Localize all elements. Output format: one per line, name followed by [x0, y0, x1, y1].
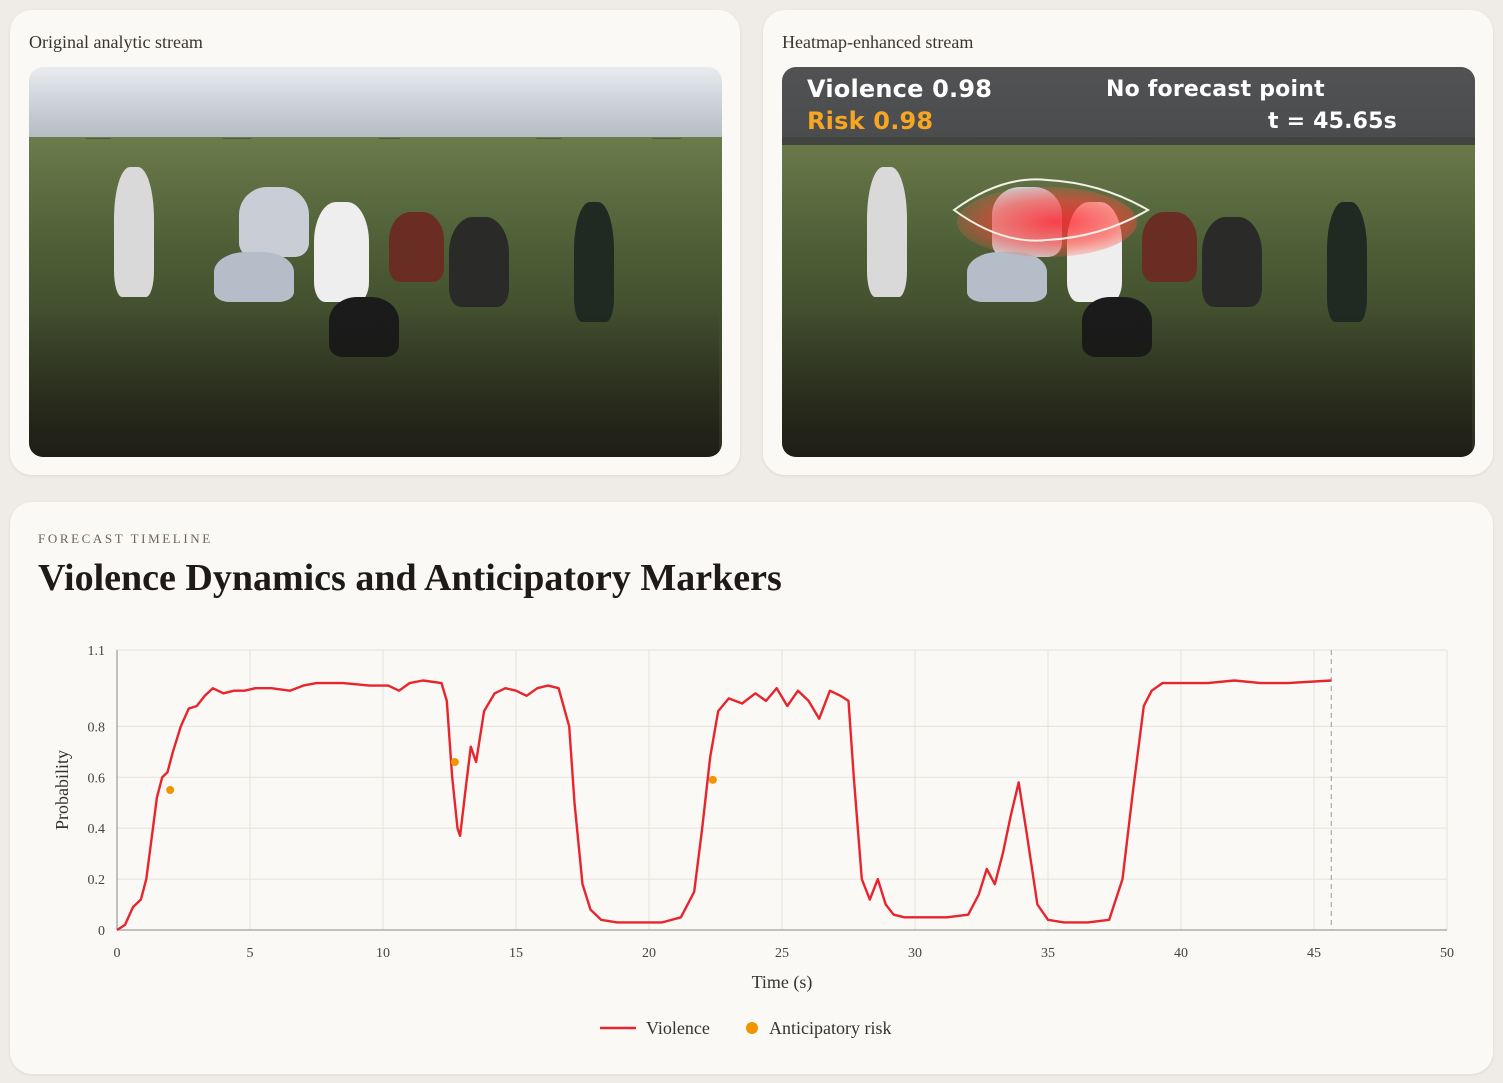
violence-series-line[interactable] — [116, 679, 1332, 932]
y-tick-label: 0.6 — [88, 771, 106, 786]
x-tick-label: 45 — [1307, 946, 1321, 961]
original-stream-panel: Original analytic stream — [10, 10, 740, 475]
violence-score: Violence 0.98 — [807, 75, 993, 103]
risk-score: Risk 0.98 — [807, 107, 934, 135]
heatmap-video-frame[interactable]: Violence 0.98 Risk 0.98 No forecast poin… — [782, 67, 1475, 457]
heatmap-stream-panel: Heatmap-enhanced stream Violence 0.98 Ri… — [763, 10, 1493, 475]
x-tick-label: 0 — [114, 946, 121, 961]
timeline-chart[interactable]: 0 5 10 15 20 25 30 35 40 45 50 0 0.2 0.4 0.6 0.8 1.1 Time… — [10, 502, 1493, 1074]
x-tick-label: 5 — [247, 946, 254, 961]
y-tick-label: 0.8 — [88, 720, 106, 735]
scene-image — [29, 67, 722, 457]
forecast-status: No forecast point — [1106, 77, 1325, 102]
legend-risk-swatch — [746, 1022, 758, 1034]
y-tick-label: 1.1 — [88, 644, 106, 659]
legend-risk-label: Anticipatory risk — [769, 1018, 891, 1038]
legend-violence-label: Violence — [646, 1018, 710, 1038]
heatmap-stream-title: Heatmap-enhanced stream — [782, 32, 974, 52]
time-readout: t = 45.65s — [1268, 109, 1397, 134]
y-tick-label: 0.2 — [88, 873, 106, 888]
y-tick-label: 0 — [98, 924, 105, 939]
x-tick-label: 40 — [1174, 946, 1188, 961]
x-tick-label: 20 — [642, 946, 656, 961]
anticipatory-risk-point[interactable] — [166, 786, 175, 794]
anticipatory-risk-point[interactable] — [450, 758, 459, 766]
anticipatory-risk-point[interactable] — [708, 775, 717, 784]
x-tick-label: 35 — [1041, 946, 1055, 961]
detection-overlay: Violence 0.98 Risk 0.98 No forecast poin… — [782, 67, 1475, 145]
y-tick-label: 0.4 — [88, 822, 106, 837]
x-tick-label: 30 — [908, 946, 922, 961]
x-tick-label: 10 — [376, 946, 390, 961]
x-axis-label: Time (s) — [752, 972, 813, 993]
original-stream-title: Original analytic stream — [29, 32, 203, 52]
attention-ring — [952, 178, 1150, 242]
x-tick-label: 25 — [775, 946, 789, 961]
original-video-frame[interactable] — [29, 67, 722, 457]
y-axis-label: Probability — [52, 750, 72, 830]
x-tick-label: 50 — [1440, 946, 1454, 961]
x-tick-label: 15 — [509, 946, 523, 961]
forecast-timeline-panel: FORECAST TIMELINE Violence Dynamics and … — [10, 502, 1493, 1074]
